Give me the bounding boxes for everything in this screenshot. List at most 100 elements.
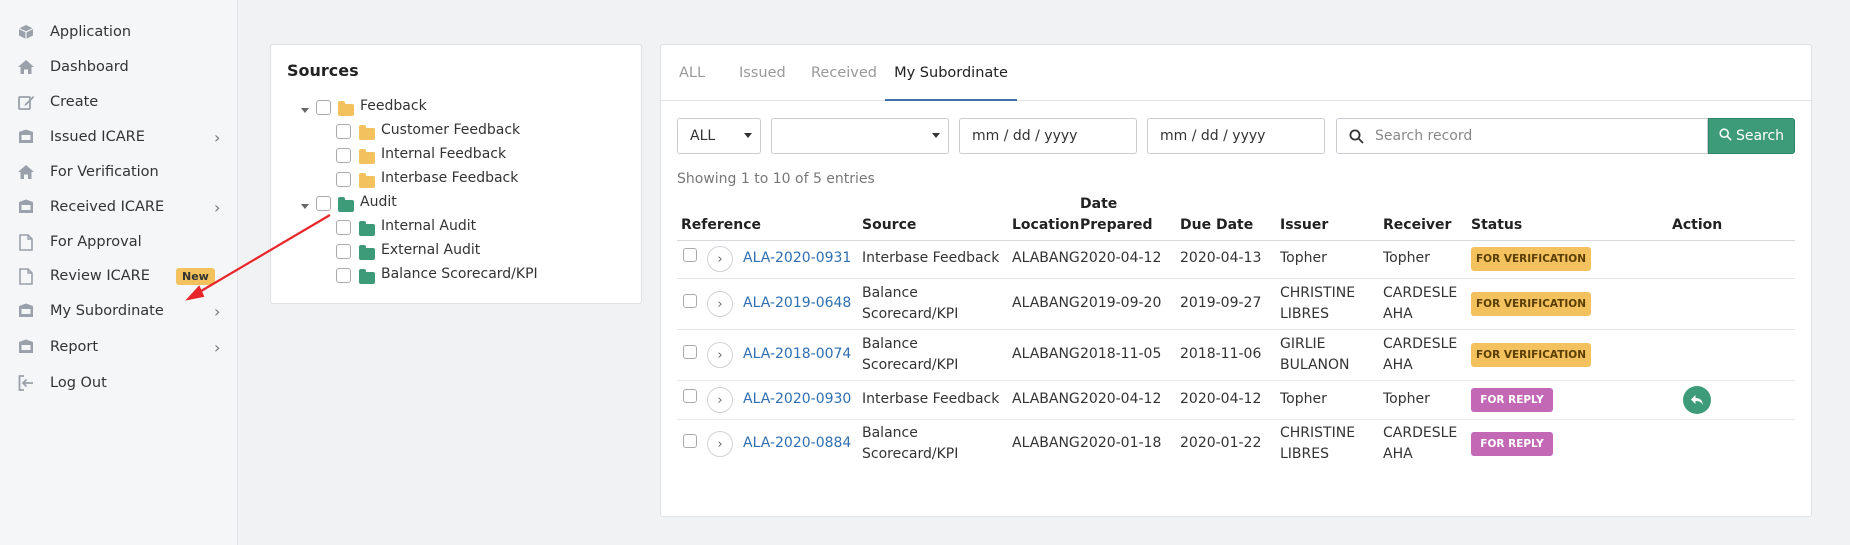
date-from-input[interactable]: mm / dd / yyyy xyxy=(959,118,1137,154)
tree-label[interactable]: Interbase Feedback xyxy=(381,170,518,186)
reply-button[interactable] xyxy=(1683,386,1711,414)
sources-panel: Sources Feedback Customer Feedback Inter… xyxy=(270,44,642,304)
sidebar-item-for-verification[interactable]: For Verification xyxy=(0,157,238,187)
reference-link[interactable]: ALA-2020-0884 xyxy=(743,433,851,454)
reference-link[interactable]: ALA-2018-0074 xyxy=(743,344,851,365)
sidebar-item-application[interactable]: Application xyxy=(0,17,238,47)
date-prepared-cell: 2020-04-12 xyxy=(1080,250,1162,266)
home-icon xyxy=(17,58,35,76)
tree-checkbox[interactable] xyxy=(336,268,351,283)
sidebar-item-received-icare[interactable]: Received ICARE › xyxy=(0,192,238,222)
edit-icon xyxy=(17,93,35,111)
location-cell: ALABANG xyxy=(1012,435,1080,451)
date-prepared-cell: 2020-04-12 xyxy=(1080,391,1162,407)
file-icon xyxy=(17,233,35,251)
tree-label[interactable]: Internal Feedback xyxy=(381,146,506,162)
expand-row-icon[interactable]: › xyxy=(707,431,733,457)
sidebar-item-dashboard[interactable]: Dashboard xyxy=(0,52,238,82)
status-badge: FOR VERIFICATION xyxy=(1471,292,1591,316)
due-date-cell: 2020-01-22 xyxy=(1180,435,1262,451)
column-header[interactable]: Source xyxy=(862,215,916,236)
tree-checkbox[interactable] xyxy=(336,220,351,235)
due-date-cell: 2020-04-12 xyxy=(1180,391,1262,407)
table-header-divider xyxy=(677,240,1795,241)
sidebar-item-log-out[interactable]: Log Out xyxy=(0,368,238,398)
caret-down-icon xyxy=(744,133,752,138)
folder-open-icon xyxy=(338,197,354,212)
tree-checkbox[interactable] xyxy=(316,196,331,211)
column-header[interactable]: Receiver xyxy=(1383,215,1451,236)
tree-checkbox[interactable] xyxy=(336,124,351,139)
row-checkbox[interactable] xyxy=(683,345,697,359)
sidebar-item-label: Issued ICARE xyxy=(50,129,145,145)
tree-checkbox[interactable] xyxy=(336,172,351,187)
caret-down-icon[interactable] xyxy=(301,204,309,209)
column-header[interactable]: Issuer xyxy=(1280,215,1328,236)
type-select[interactable]: ALL xyxy=(677,118,761,154)
search-button[interactable]: Search xyxy=(1708,118,1795,154)
logout-icon xyxy=(17,374,35,392)
tree-label[interactable]: Balance Scorecard/KPI xyxy=(381,266,538,282)
column-header[interactable]: Due Date xyxy=(1180,215,1253,236)
sidebar-item-create[interactable]: Create xyxy=(0,87,238,117)
entries-info: Showing 1 to 10 of 5 entries xyxy=(677,171,875,187)
sidebar-item-report[interactable]: Report › xyxy=(0,332,238,362)
expand-row-icon[interactable]: › xyxy=(707,342,733,368)
sidebar-item-label: Dashboard xyxy=(50,59,129,75)
category-select[interactable] xyxy=(771,118,949,154)
reply-icon xyxy=(1691,395,1703,405)
tab-issued[interactable]: Issued xyxy=(739,45,786,101)
tree-checkbox[interactable] xyxy=(336,148,351,163)
folder-icon xyxy=(359,221,375,236)
column-header[interactable]: Location xyxy=(1012,215,1079,236)
tree-label[interactable]: External Audit xyxy=(381,242,480,258)
chevron-right-icon: › xyxy=(214,127,221,147)
due-date-cell: 2019-09-27 xyxy=(1180,295,1262,311)
receiver-cell: CARDESLE AHA xyxy=(1383,336,1458,373)
sidebar-item-my-subordinate[interactable]: My Subordinate › xyxy=(0,296,238,326)
caret-down-icon[interactable] xyxy=(301,108,309,113)
issuer-cell: Topher xyxy=(1280,250,1327,266)
expand-row-icon[interactable]: › xyxy=(707,291,733,317)
tree-label[interactable]: Feedback xyxy=(360,98,427,114)
tree-checkbox[interactable] xyxy=(316,100,331,115)
reference-link[interactable]: ALA-2020-0930 xyxy=(743,389,851,410)
receiver-cell: Topher xyxy=(1383,250,1430,266)
column-header[interactable]: Date Prepared xyxy=(1080,194,1155,236)
column-header[interactable]: Reference xyxy=(681,215,761,236)
tree-checkbox[interactable] xyxy=(336,244,351,259)
sidebar-item-issued-icare[interactable]: Issued ICARE › xyxy=(0,122,238,152)
expand-row-icon[interactable]: › xyxy=(707,387,733,413)
tree-label[interactable]: Audit xyxy=(360,194,397,210)
tab-my-subordinate[interactable]: My Subordinate xyxy=(885,45,1017,101)
folder-icon xyxy=(359,125,375,140)
search-icon xyxy=(1349,129,1364,148)
row-checkbox[interactable] xyxy=(683,294,697,308)
row-divider xyxy=(677,380,1795,381)
sidebar-item-review-icare[interactable]: Review ICARE New xyxy=(0,261,238,291)
reference-link[interactable]: ALA-2020-0931 xyxy=(743,248,851,269)
tab-received[interactable]: Received xyxy=(811,45,877,101)
source-cell: Balance Scorecard/KPI xyxy=(862,285,959,322)
reference-link[interactable]: ALA-2019-0648 xyxy=(743,293,851,314)
tab-all[interactable]: ALL xyxy=(679,45,705,101)
column-header[interactable]: Status xyxy=(1471,215,1522,236)
row-checkbox[interactable] xyxy=(683,389,697,403)
search-input[interactable] xyxy=(1375,119,1695,153)
column-header[interactable]: Action xyxy=(1672,215,1722,236)
inbox-icon xyxy=(17,302,35,320)
receiver-cell: CARDESLE AHA xyxy=(1383,285,1458,322)
tree-label[interactable]: Customer Feedback xyxy=(381,122,520,138)
date-to-placeholder: mm / dd / yyyy xyxy=(1160,128,1266,144)
expand-row-icon[interactable]: › xyxy=(707,246,733,272)
due-date-cell: 2020-04-13 xyxy=(1180,250,1262,266)
row-checkbox[interactable] xyxy=(683,248,697,262)
row-checkbox[interactable] xyxy=(683,434,697,448)
date-to-input[interactable]: mm / dd / yyyy xyxy=(1147,118,1325,154)
tree-label[interactable]: Internal Audit xyxy=(381,218,476,234)
source-cell: Balance Scorecard/KPI xyxy=(862,425,959,462)
sidebar-item-for-approval[interactable]: For Approval xyxy=(0,227,238,257)
search-field[interactable] xyxy=(1336,118,1708,154)
search-button-label: Search xyxy=(1735,128,1785,144)
chevron-right-icon: › xyxy=(214,337,221,357)
